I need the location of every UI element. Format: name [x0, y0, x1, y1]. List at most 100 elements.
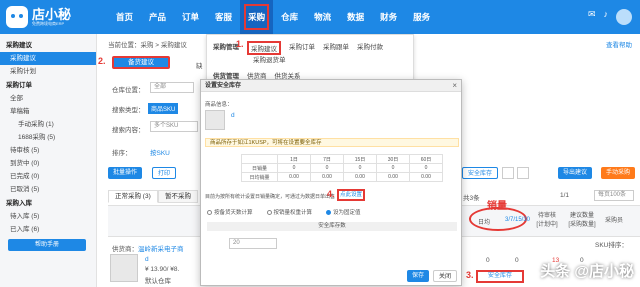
export-button[interactable]: 导出建议	[558, 167, 593, 179]
warehouse-select[interactable]: 全部	[150, 82, 194, 93]
sidebar-item-manual[interactable]: 手动采购 (1)	[0, 118, 96, 131]
nav-home[interactable]: 首页	[108, 0, 141, 34]
close-icon[interactable]: ×	[452, 81, 457, 90]
row-warehouse: 默认仓库	[145, 278, 171, 285]
modal-close-button[interactable]: 关闭	[433, 270, 458, 282]
modal-setting-link-text: 点此设置	[339, 192, 362, 198]
col-daily: 日均	[478, 220, 491, 226]
nav-services[interactable]: 服务	[405, 0, 438, 34]
modal-table-cell: 0.00	[310, 172, 344, 182]
search-type-chip[interactable]: 商品SKU	[148, 103, 179, 114]
help-manual-button[interactable]: 帮助手册	[8, 239, 86, 251]
safety-stock-toolbar-button[interactable]: 安全库存	[462, 167, 499, 179]
modal-hint: 目前为按所有统计设置日销量确定，可通过为数据日单出售量计算量	[205, 194, 335, 200]
modal-table-col: 30日	[376, 154, 410, 164]
sidebar-item-1688[interactable]: 1688采购 (5)	[0, 131, 96, 144]
sidebar-item-arriving[interactable]: 到货中 (0)	[0, 157, 96, 170]
sidebar-item-pending[interactable]: 待审核 (5)	[0, 144, 96, 157]
safety-stock-modal: 设置安全库存 × 商品信息： d 商品所存于如江1KUSP，可将在设置要全库存 …	[200, 79, 462, 286]
annotation-sales: 销量	[487, 201, 507, 212]
dropdown-item-suggest[interactable]: 采购建议	[247, 41, 281, 55]
modal-table-row-label: 日销量	[241, 163, 278, 173]
search-input[interactable]: 多个SKU	[150, 121, 198, 132]
sidebar-item-cancelled[interactable]: 已取消 (5)	[0, 183, 96, 196]
row-title[interactable]: d	[145, 256, 149, 263]
sort-label: 排序：	[112, 150, 132, 157]
sidebar-item-purchase-suggest[interactable]: 采购建议	[0, 52, 96, 65]
row-daily-value: 0	[486, 257, 490, 264]
modal-table-row-label: 日均销量	[241, 172, 278, 182]
top-icons: ✉ ♪	[588, 9, 632, 25]
sidebar-item-stocked[interactable]: 已入库 (6)	[0, 223, 96, 236]
nav-data[interactable]: 数据	[339, 0, 372, 34]
tab-normal-purchase[interactable]: 正常采购 (3)	[108, 190, 158, 203]
modal-table-cell: 0	[409, 163, 443, 173]
batch-action-button[interactable]: 批量操作	[108, 167, 143, 179]
calendar-icon[interactable]	[502, 167, 514, 179]
nav-purchase[interactable]: 采购	[240, 0, 274, 34]
manual-purchase-button[interactable]: 手动采购	[601, 167, 636, 179]
avatar[interactable]	[616, 9, 632, 25]
row-pending-value: 0	[515, 257, 519, 264]
product-thumbnail[interactable]	[110, 254, 138, 282]
nav-order[interactable]: 订单	[174, 0, 207, 34]
modal-table-col: 60日	[409, 154, 443, 164]
radio-by-weight[interactable]: 按销量权重计算	[266, 208, 313, 216]
modal-info-bar: 商品所存于如江1KUSP，可将在设置要全库存	[205, 138, 459, 147]
sidebar-item-all[interactable]: 全部	[0, 92, 96, 105]
radio-by-days[interactable]: 按备货天数计算	[207, 208, 253, 216]
bell-icon[interactable]: ♪	[604, 9, 609, 25]
nav-finance[interactable]: 财务	[372, 0, 405, 34]
modal-table-col: 1日	[277, 154, 311, 164]
nav-product[interactable]: 产品	[141, 0, 174, 34]
per-page-select[interactable]: 每页100条	[594, 190, 634, 201]
modal-table-cell: 0.00	[376, 172, 410, 182]
modal-setting-link[interactable]: 点此设置	[337, 189, 365, 201]
annotation-step1: 1.	[236, 39, 244, 49]
app-name: 店小秘	[32, 7, 72, 22]
sku-sort-hint: SKU排序：	[595, 242, 628, 249]
sidebar-item-to-stock[interactable]: 待入库 (5)	[0, 210, 96, 223]
sidebar-item-draft[interactable]: 草稿箱	[0, 105, 96, 118]
nav-service[interactable]: 客服	[207, 0, 240, 34]
radio-icon	[207, 210, 212, 216]
mail-icon[interactable]: ✉	[588, 9, 596, 25]
modal-product-image	[205, 110, 225, 130]
app-subtitle: 免费跨境电商ERP	[32, 21, 65, 26]
help-link[interactable]: 查看帮助	[606, 39, 632, 49]
dropdown-item-orders[interactable]: 采购订单	[289, 41, 315, 55]
sort-option[interactable]: 按SKU	[150, 147, 170, 157]
app-logo[interactable]: 店小秘 免费跨境电商ERP	[6, 5, 71, 29]
radio-fixed[interactable]: 设为固定值	[326, 208, 361, 216]
modal-table-corner	[241, 154, 278, 164]
dropdown-item-payment[interactable]: 采购付款	[357, 41, 383, 55]
row-supplier-name[interactable]: 温岭新采电子商	[138, 243, 184, 253]
sidebar-item-purchase-plan[interactable]: 采购计划	[0, 65, 96, 78]
sidebar-group-title: 采购订单	[6, 82, 32, 89]
sidebar-item-done[interactable]: 已完成 (0)	[0, 170, 96, 183]
radio-label: 按销量权重计算	[273, 210, 313, 216]
annotation-step2: 2.	[98, 56, 106, 66]
col-buyer: 采购员	[605, 218, 624, 224]
modal-table-col: 15日	[343, 154, 377, 164]
radio-icon	[326, 210, 332, 216]
dropdown-item-follow[interactable]: 采购跟单	[323, 41, 349, 55]
modal-save-button[interactable]: 保存	[407, 270, 430, 282]
tab-shortage[interactable]: 缺	[196, 60, 203, 70]
search-type-label: 搜索类型：	[112, 107, 145, 114]
dropdown-item-return[interactable]: 采购退货单	[253, 54, 286, 64]
nav-logistics[interactable]: 物流	[306, 0, 339, 34]
safety-stock-input[interactable]: 20	[229, 238, 277, 249]
box-icon[interactable]	[517, 167, 529, 179]
tab-stock-suggest[interactable]: 备货建议	[112, 56, 170, 69]
print-button[interactable]: 打印	[152, 167, 177, 179]
robot-icon	[6, 6, 28, 28]
row-safety-stock-button[interactable]: 安全库存	[476, 270, 524, 283]
warehouse-label: 仓库位置：	[112, 87, 145, 94]
modal-product-sku: d	[231, 112, 235, 119]
modal-table-cell: 0	[376, 163, 410, 173]
nav-warehouse[interactable]: 仓库	[273, 0, 306, 34]
row-supplier-label: 供货商：	[112, 246, 138, 253]
sidebar-group-title: 采购入库	[6, 200, 32, 207]
tab-no-purchase[interactable]: 暂不采购	[158, 190, 198, 203]
